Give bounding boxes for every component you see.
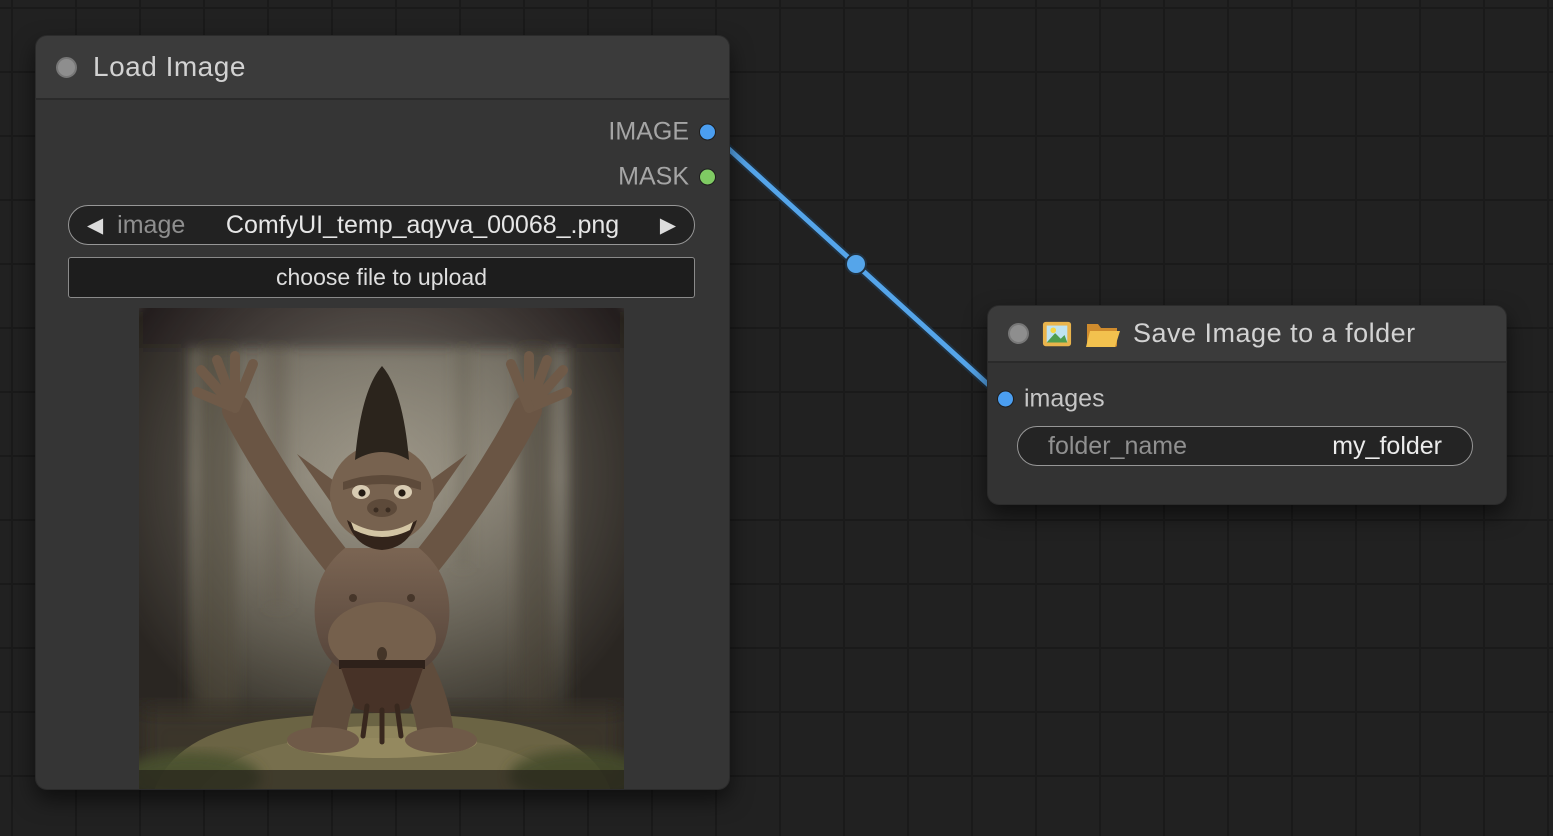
image-combo-widget[interactable]: ◀ image ComfyUI_temp_aqyva_00068_.png ▶	[68, 205, 695, 245]
node-graph-canvas[interactable]: Load Image IMAGE MASK ◀ image ComfyUI_te…	[0, 0, 1553, 836]
node-title: Save Image to a folder	[1133, 318, 1416, 349]
choose-file-button[interactable]: choose file to upload	[68, 257, 695, 298]
next-image-arrow-icon[interactable]: ▶	[660, 215, 676, 236]
output-slot-image[interactable]: IMAGE	[608, 118, 716, 147]
open-folder-icon	[1085, 319, 1121, 349]
picture-icon	[1041, 319, 1073, 349]
load-image-title-bar[interactable]: Load Image	[36, 36, 729, 100]
link-midpoint-dot[interactable]	[846, 254, 866, 274]
image-combo-value: ComfyUI_temp_aqyva_00068_.png	[185, 211, 660, 240]
node-save-image-to-folder[interactable]: Save Image to a folder images folder_nam…	[987, 305, 1507, 505]
save-node-title-bar[interactable]: Save Image to a folder	[988, 306, 1506, 363]
output-slot-mask[interactable]: MASK	[618, 163, 716, 192]
output-dot-mask[interactable]	[699, 169, 716, 186]
input-label-images: images	[1024, 385, 1105, 414]
output-label-image: IMAGE	[608, 118, 689, 147]
collapse-toggle-icon[interactable]	[56, 57, 77, 78]
collapse-toggle-icon[interactable]	[1008, 323, 1029, 344]
prev-image-arrow-icon[interactable]: ◀	[87, 215, 103, 236]
node-load-image[interactable]: Load Image IMAGE MASK ◀ image ComfyUI_te…	[35, 35, 730, 790]
output-dot-image[interactable]	[699, 124, 716, 141]
input-slot-images[interactable]: images	[997, 385, 1105, 414]
input-dot-images[interactable]	[997, 391, 1014, 408]
folder-name-label: folder_name	[1048, 432, 1187, 461]
output-label-mask: MASK	[618, 163, 689, 192]
folder-name-value: my_folder	[1332, 432, 1442, 461]
folder-name-widget[interactable]: folder_name my_folder	[1017, 426, 1473, 466]
image-preview	[139, 308, 624, 790]
node-title: Load Image	[93, 51, 246, 83]
troll-forest-image	[139, 308, 624, 790]
image-combo-label: image	[117, 211, 185, 240]
